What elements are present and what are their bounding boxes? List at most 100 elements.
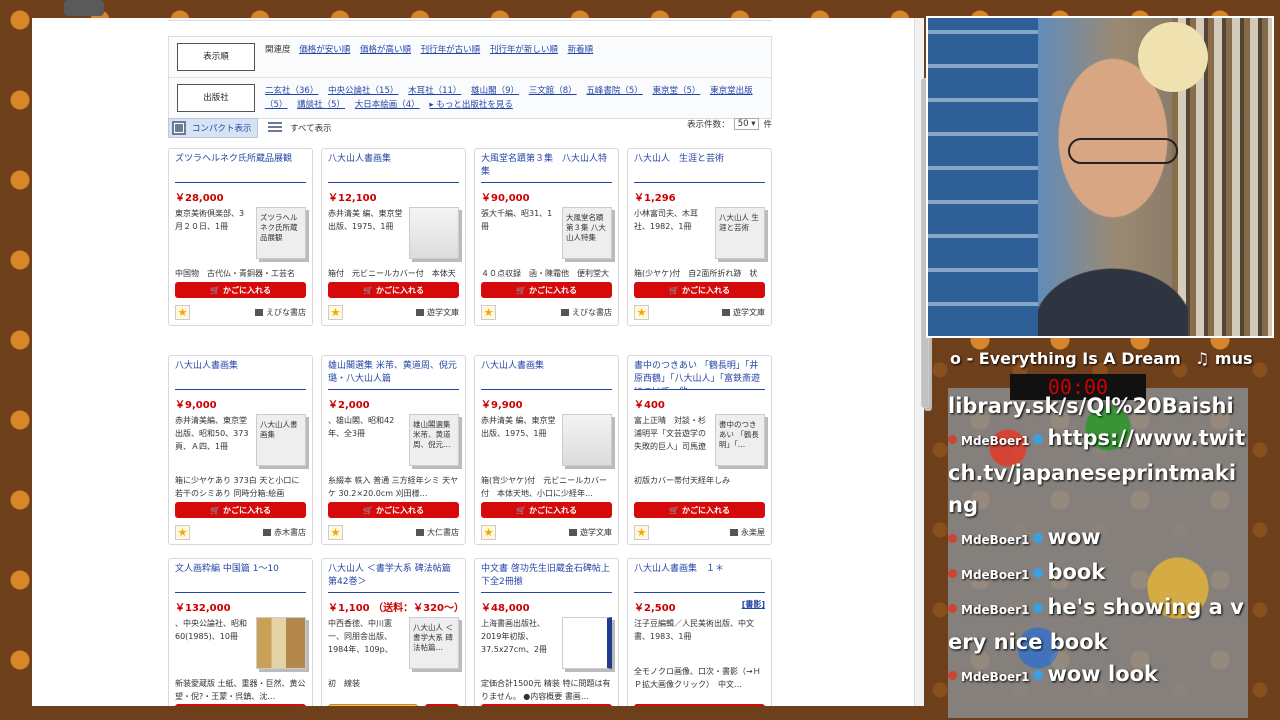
more-publishers-link[interactable]: ▸ もっと出版社を見る (429, 100, 512, 110)
add-to-cart-button[interactable]: 🛒かごに入れる (481, 282, 612, 298)
shop-link[interactable]: 赤木書店 (263, 527, 306, 538)
add-to-cart-button[interactable]: 🛒かごに入れる (328, 502, 459, 518)
product-title[interactable]: 八大山人 ＜書学大系 碑法帖篇第42巻＞ (328, 563, 459, 593)
star-icon[interactable]: ★ (481, 524, 496, 540)
per-page-label: 表示件数： (687, 120, 730, 130)
product-title[interactable]: 雄山閣選集 米芾、黄道周、倪元璐・八大山人篇 (328, 360, 459, 390)
star-icon[interactable]: ★ (328, 304, 343, 320)
product-info: 赤井清美 編、東京堂出版、1975、1冊 (481, 416, 556, 438)
shop-link[interactable]: えびな書店 (561, 307, 612, 318)
product-title[interactable]: ズツラヘルネク氏所蔵品展観 (175, 153, 306, 183)
star-icon[interactable]: ★ (328, 524, 343, 540)
book-thumbnail[interactable] (562, 617, 612, 669)
card-footer: ★ 永楽屋 (634, 524, 765, 540)
add-to-cart-label: かごに入れる (375, 505, 424, 515)
image-tag[interactable]: [書影] (742, 599, 765, 614)
shop-name: 遊学文庫 (427, 307, 459, 317)
book-thumbnail[interactable]: 八大山人書画集 (256, 414, 306, 466)
publisher-link[interactable]: 五峰書院（5） (586, 86, 642, 96)
add-to-cart-button[interactable]: 🛒かごに入れる (175, 502, 306, 518)
book-thumbnail[interactable]: 書中のつきあい 「鶴長明」「… (715, 414, 765, 466)
book-thumbnail[interactable]: ズツラヘルネク氏所蔵品展観 (256, 207, 306, 259)
shop-link[interactable]: 大仁書店 (416, 527, 459, 538)
publisher-link[interactable]: 三文館（8） (529, 86, 577, 96)
book-thumbnail[interactable] (562, 414, 612, 466)
publisher-link[interactable]: 中央公論社（15） (328, 86, 398, 96)
price-value: ￥1,100 （送料：￥320～） (328, 603, 464, 614)
add-to-cart-button[interactable]: 🛒かごに入れる (328, 282, 459, 298)
shop-link[interactable]: 遊学文庫 (722, 307, 765, 318)
product-title[interactable]: 八大山人書画集 (328, 153, 459, 183)
per-page-select[interactable]: 50 ▾ (733, 118, 760, 130)
product-title[interactable]: 八大山人書画集 (481, 360, 612, 390)
book-thumbnail[interactable]: 雄山閣選集 米芾、黄道周、倪元… (409, 414, 459, 466)
star-icon[interactable]: ★ (634, 524, 649, 540)
shop-name: 遊学文庫 (580, 527, 612, 537)
shop-link[interactable]: 遊学文庫 (569, 527, 612, 538)
price-value: ￥132,000 (175, 603, 231, 614)
star-icon[interactable]: ★ (634, 304, 649, 320)
scrollbar[interactable] (914, 18, 929, 706)
product-info: 富上正晴 対談・杉浦明平「文芸遊学の失敗的巨人」司馬遼太郎「公家と武家… (634, 416, 706, 451)
product-price: ￥1,296 (634, 189, 765, 204)
product-card: 八大山人書画集 １＊ ￥2,500 [書影] 汪子豆編輯／人民美術出版、中文書、… (627, 558, 772, 706)
product-title[interactable]: 八大山人書画集 １＊ (634, 563, 765, 593)
product-title[interactable]: 中文書 啓功先生旧蔵金石碑帖上下全2冊揃 (481, 563, 612, 593)
product-card: ズツラヘルネク氏所蔵品展観 ￥28,000 東京美術倶楽部、3月２０日、1冊 ズ… (168, 148, 313, 326)
add-to-cart-button[interactable]: 🛒かごに入れる (175, 704, 306, 706)
shop-link[interactable]: 永楽屋 (730, 527, 765, 538)
book-thumbnail[interactable]: 大風堂名蹟 第３集 八大山人特集 (562, 207, 612, 259)
card-footer: ★ 赤木書店 (175, 524, 306, 540)
publisher-link[interactable]: 東京堂出版 (710, 86, 753, 96)
product-price: ￥12,100 (328, 189, 459, 204)
publisher-link[interactable]: 東京堂（5） (652, 86, 700, 96)
product-title[interactable]: 文人画粋編 中国篇 1～10 (175, 563, 306, 593)
sort-year-new[interactable]: 刊行年が新しい順 (490, 45, 558, 55)
speed-order-button[interactable]: ◷ 単品スピード注文 (328, 704, 418, 706)
product-title[interactable]: 書中のつきあい 「鶴長明」「井原西鶴」「八大山人」「富鉄斎遊について」他 (634, 360, 765, 390)
publisher-link[interactable]: 二玄社（36） (265, 86, 318, 96)
book-thumbnail[interactable] (256, 617, 306, 669)
chat-text: wow look (1047, 662, 1159, 686)
cart-icon: 🛒 (210, 505, 220, 515)
publisher-link[interactable]: 木耳社（11） (408, 86, 461, 96)
publisher-link[interactable]: 大日本絵画（4） (355, 100, 420, 110)
product-title[interactable]: 八大山人書画集 (175, 360, 306, 390)
all-view-label: すべて表示 (290, 124, 332, 134)
sort-price-desc[interactable]: 価格が高い順 (360, 45, 411, 55)
cart-icon-button[interactable]: 🛒 (425, 704, 459, 706)
book-thumbnail[interactable]: 八大山人 生涯と芸術 (715, 207, 765, 259)
shop-link[interactable]: 遊学文庫 (416, 307, 459, 318)
star-icon[interactable]: ★ (481, 304, 496, 320)
book-thumbnail[interactable] (409, 207, 459, 259)
add-to-cart-button[interactable]: 🛒かごに入れる (175, 282, 306, 298)
product-title[interactable]: 大風堂名蹟第３集 八大山人特集 (481, 153, 612, 183)
user-icon (1033, 568, 1044, 578)
add-to-cart-label: かごに入れる (528, 285, 577, 295)
product-body: 赤井清美編、東京堂出版、昭和50、373頁、Ａ四、1冊 八大山人書画集 (175, 414, 306, 466)
product-body: 富上正晴 対談・杉浦明平「文芸遊学の失敗的巨人」司馬遼太郎「公家と武家… 書中の… (634, 414, 765, 466)
sort-year-old[interactable]: 刊行年が古い順 (421, 45, 481, 55)
all-view-button[interactable]: すべて表示 (268, 118, 332, 138)
star-icon[interactable]: ★ (175, 524, 190, 540)
badge-icon (948, 434, 957, 444)
publisher-link[interactable]: 雄山閣（9） (471, 86, 519, 96)
chat-username: MdeBoer1 (961, 603, 1030, 617)
book-thumbnail[interactable]: 八大山人 ＜書学大系 碑法帖篇… (409, 617, 459, 669)
sort-price-asc[interactable]: 価格が安い順 (299, 45, 350, 55)
sort-newest[interactable]: 新着順 (568, 45, 594, 55)
star-icon[interactable]: ★ (175, 304, 190, 320)
product-title[interactable]: 八大山人 生涯と芸術 (634, 153, 765, 183)
product-card: 大風堂名蹟第３集 八大山人特集 ￥90,000 張大千編、昭31、1冊 大風堂名… (474, 148, 619, 326)
sort-relevance[interactable]: 関連度 (265, 45, 291, 55)
add-to-cart-button[interactable]: 🛒かごに入れる (634, 502, 765, 518)
publisher-link[interactable]: 講談社（5） (297, 100, 345, 110)
add-to-cart-button[interactable]: 🛒かごに入れる (634, 282, 765, 298)
add-to-cart-button[interactable]: 🛒かごに入れる (634, 704, 765, 706)
product-description: 初版カバー帯付天経年しみ (634, 476, 730, 485)
compact-view-button[interactable]: コンパクト表示 (168, 118, 258, 138)
publisher-link[interactable]: （5） (265, 100, 287, 110)
shop-link[interactable]: えびな書店 (255, 307, 306, 318)
add-to-cart-button[interactable]: 🛒かごに入れる (481, 502, 612, 518)
add-to-cart-button[interactable]: 🛒かごに入れる (481, 704, 612, 706)
